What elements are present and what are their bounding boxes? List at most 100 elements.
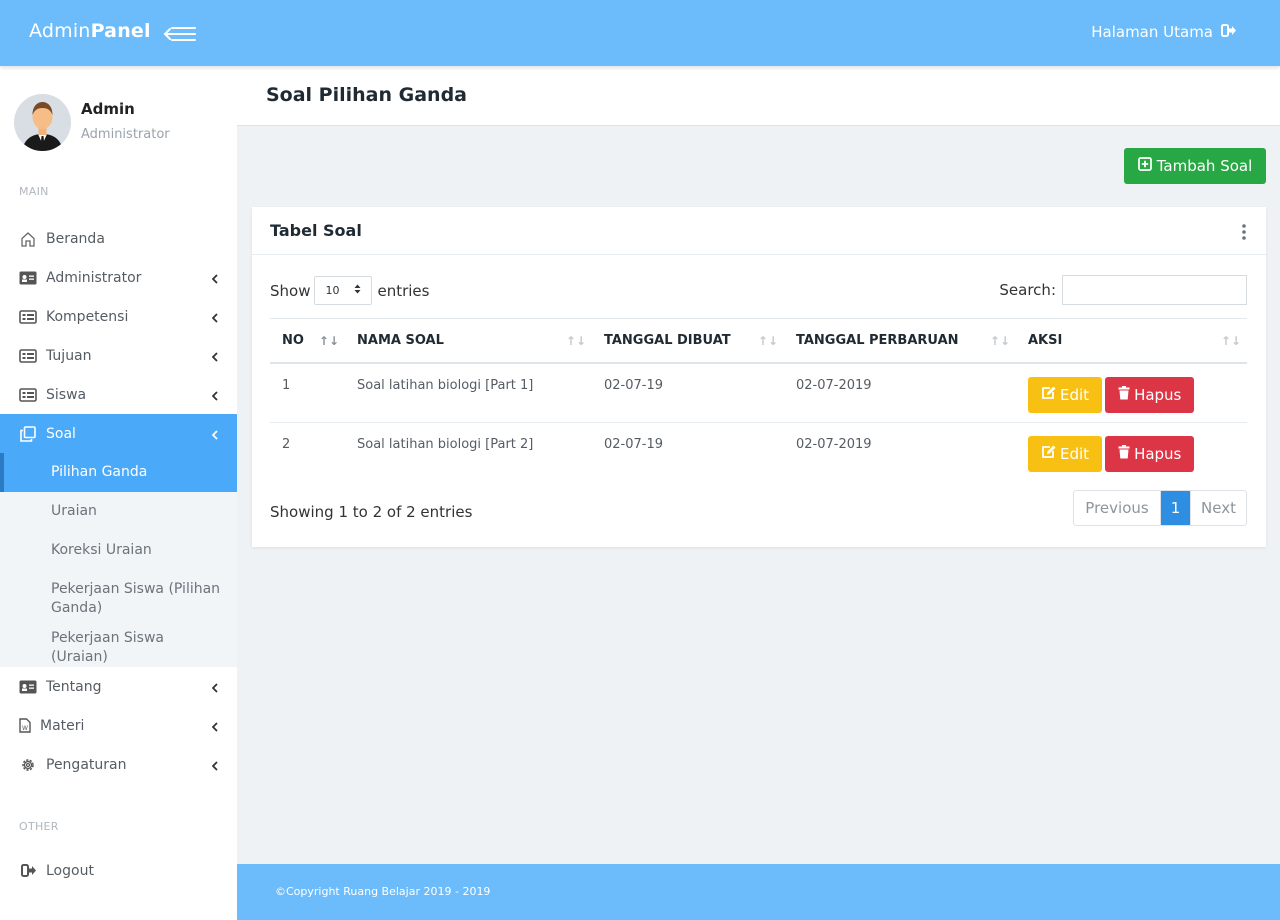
chevron-left-icon	[211, 681, 218, 697]
entries-length-control: Show 10 entries	[270, 276, 429, 305]
sidebar-item-tentang[interactable]: Tentang	[0, 667, 237, 706]
sidebar-item-soal[interactable]: Soal	[0, 414, 237, 453]
questions-table: NO ↑↓ NAMA SOAL ↑↓ TANGGAL DIBUAT ↑↓ TANGGA…	[270, 318, 1247, 483]
submenu-item-koreksi-uraian[interactable]: Koreksi Uraian	[0, 531, 237, 570]
column-header-aksi[interactable]: AKSI ↑↓	[1016, 318, 1247, 364]
cell-nama-soal: Soal latihan biologi [Part 2]	[357, 437, 534, 452]
column-header-tanggal-perbaruan[interactable]: TANGGAL PERBARUAN ↑↓	[784, 318, 1016, 364]
delete-button[interactable]: Hapus	[1105, 376, 1195, 413]
top-navbar: AdminPanel Halaman Utama	[0, 0, 1280, 66]
table-search: Search:	[999, 275, 1247, 305]
sidebar-item-materi[interactable]: W Materi	[0, 706, 237, 745]
sidebar-item-label: Tentang	[46, 678, 102, 695]
submenu-item-pilihan-ganda[interactable]: Pilihan Ganda	[0, 453, 237, 492]
id-card-icon	[19, 270, 37, 286]
delete-button-label: Hapus	[1134, 445, 1182, 463]
column-header-tanggal-dibuat[interactable]: TANGGAL DIBUAT ↑↓	[592, 318, 784, 364]
plus-square-icon	[1137, 157, 1152, 175]
sidebar-item-siswa[interactable]: Siswa	[0, 375, 237, 414]
home-link-label: Halaman Utama	[1091, 23, 1213, 41]
sidebar-item-label: Tujuan	[46, 347, 92, 364]
sidebar-item-kompetensi[interactable]: Kompetensi	[0, 297, 237, 336]
sort-arrows-icon: ↑↓	[989, 334, 1010, 348]
sidebar-menu: Beranda Administrator Kompetensi Tujuan …	[0, 219, 237, 784]
more-options-icon[interactable]	[1240, 223, 1248, 241]
copy-icon	[19, 425, 37, 442]
edit-icon	[1041, 445, 1056, 463]
sidebar-item-tujuan[interactable]: Tujuan	[0, 336, 237, 375]
cell-no: 1	[270, 362, 345, 423]
table-header-row: NO ↑↓ NAMA SOAL ↑↓ TANGGAL DIBUAT ↑↓ TANGGA…	[270, 318, 1247, 364]
brand-text-part2: Panel	[90, 20, 151, 42]
copyright-text: ©Copyright Ruang Belajar 2019 - 2019	[275, 885, 491, 898]
submenu-item-label: Koreksi Uraian	[51, 542, 152, 558]
chevron-left-icon	[211, 720, 218, 736]
question-table-card: Tabel Soal Show 10 entries Search: NO ↑↓ …	[252, 207, 1266, 547]
sidebar-item-label: Soal	[46, 425, 76, 442]
cell-aksi: Edit Hapus	[1016, 362, 1247, 423]
cell-nama-soal: Soal latihan biologi [Part 1]	[345, 362, 592, 423]
sidebar-item-label: Administrator	[46, 269, 142, 286]
table-info: Showing 1 to 2 of 2 entries	[270, 503, 473, 521]
footer: ©Copyright Ruang Belajar 2019 - 2019	[237, 864, 1280, 920]
gear-icon	[19, 757, 37, 773]
header-label: NO	[282, 332, 304, 348]
brand-logo[interactable]: AdminPanel	[29, 20, 151, 42]
submenu-item-uraian[interactable]: Uraian	[0, 492, 237, 531]
pagination-next[interactable]: Next	[1190, 491, 1246, 525]
header-label: TANGGAL DIBUAT	[604, 332, 731, 348]
sidebar-toggle-icon[interactable]	[163, 24, 197, 44]
soal-submenu: Pilihan Ganda Uraian Koreksi Uraian Peke…	[0, 453, 237, 667]
add-question-label: Tambah Soal	[1156, 157, 1253, 175]
sidebar-item-beranda[interactable]: Beranda	[0, 219, 237, 258]
brand-text-part1: Admin	[29, 20, 91, 42]
edit-button-label: Edit	[1060, 445, 1090, 463]
pagination: Previous 1 Next	[1073, 490, 1247, 526]
edit-button[interactable]: Edit	[1028, 436, 1103, 472]
pagination-previous[interactable]: Previous	[1074, 491, 1161, 525]
sidebar-item-administrator[interactable]: Administrator	[0, 258, 237, 297]
submenu-item-label: Pekerjaan Siswa (Uraian)	[51, 629, 165, 665]
list-card-icon	[19, 387, 37, 403]
chevron-left-icon	[211, 350, 218, 366]
cell-tanggal-dibuat: 02-07-19	[604, 437, 664, 452]
chevron-left-icon	[211, 311, 218, 327]
chevron-left-icon	[211, 428, 218, 444]
chevron-left-icon	[211, 759, 218, 775]
entries-select[interactable]: 10	[314, 276, 373, 305]
home-link[interactable]: Halaman Utama	[1091, 23, 1236, 41]
chevron-left-icon	[211, 272, 218, 288]
column-header-no[interactable]: NO ↑↓	[270, 318, 345, 364]
sidebar-item-pengaturan[interactable]: Pengaturan	[0, 745, 237, 784]
sidebar-item-label: Kompetensi	[46, 308, 129, 325]
submenu-item-pekerjaan-siswa-pg[interactable]: Pekerjaan Siswa (Pilihan Ganda)	[0, 570, 237, 628]
sort-arrows-icon: ↑↓	[318, 334, 339, 348]
header-label: AKSI	[1028, 332, 1063, 348]
cell-no: 2	[282, 437, 291, 452]
submenu-item-label: Pilihan Ganda	[51, 464, 148, 480]
submenu-item-pekerjaan-siswa-uraian[interactable]: Pekerjaan Siswa (Uraian)	[0, 628, 237, 667]
svg-text:W: W	[22, 725, 28, 732]
column-header-nama-soal[interactable]: NAMA SOAL ↑↓	[345, 318, 592, 364]
list-card-icon	[19, 309, 37, 325]
edit-button[interactable]: Edit	[1028, 376, 1103, 413]
avatar	[14, 94, 71, 151]
edit-button-label: Edit	[1060, 385, 1090, 404]
page-header: Soal Pilihan Ganda	[237, 66, 1280, 126]
page-title: Soal Pilihan Ganda	[266, 84, 468, 106]
profile-role: Administrator	[81, 127, 170, 142]
sort-arrows-icon: ↑↓	[757, 334, 778, 348]
user-profile: Admin Administrator	[14, 94, 229, 154]
sign-out-icon	[19, 863, 37, 879]
pagination-page-1[interactable]: 1	[1161, 491, 1190, 525]
search-input[interactable]	[1062, 275, 1247, 305]
add-question-button[interactable]: Tambah Soal	[1124, 148, 1266, 184]
trash-icon	[1118, 385, 1130, 404]
table-row: 1 Soal latihan biologi [Part 1] 02-07-19…	[270, 362, 1247, 423]
card-header: Tabel Soal	[252, 207, 1266, 255]
submenu-item-label: Uraian	[51, 503, 97, 519]
sidebar-item-logout[interactable]: Logout	[0, 851, 237, 890]
sidebar-item-label: Logout	[46, 862, 94, 879]
delete-button[interactable]: Hapus	[1105, 436, 1195, 472]
profile-name: Admin	[81, 100, 135, 118]
